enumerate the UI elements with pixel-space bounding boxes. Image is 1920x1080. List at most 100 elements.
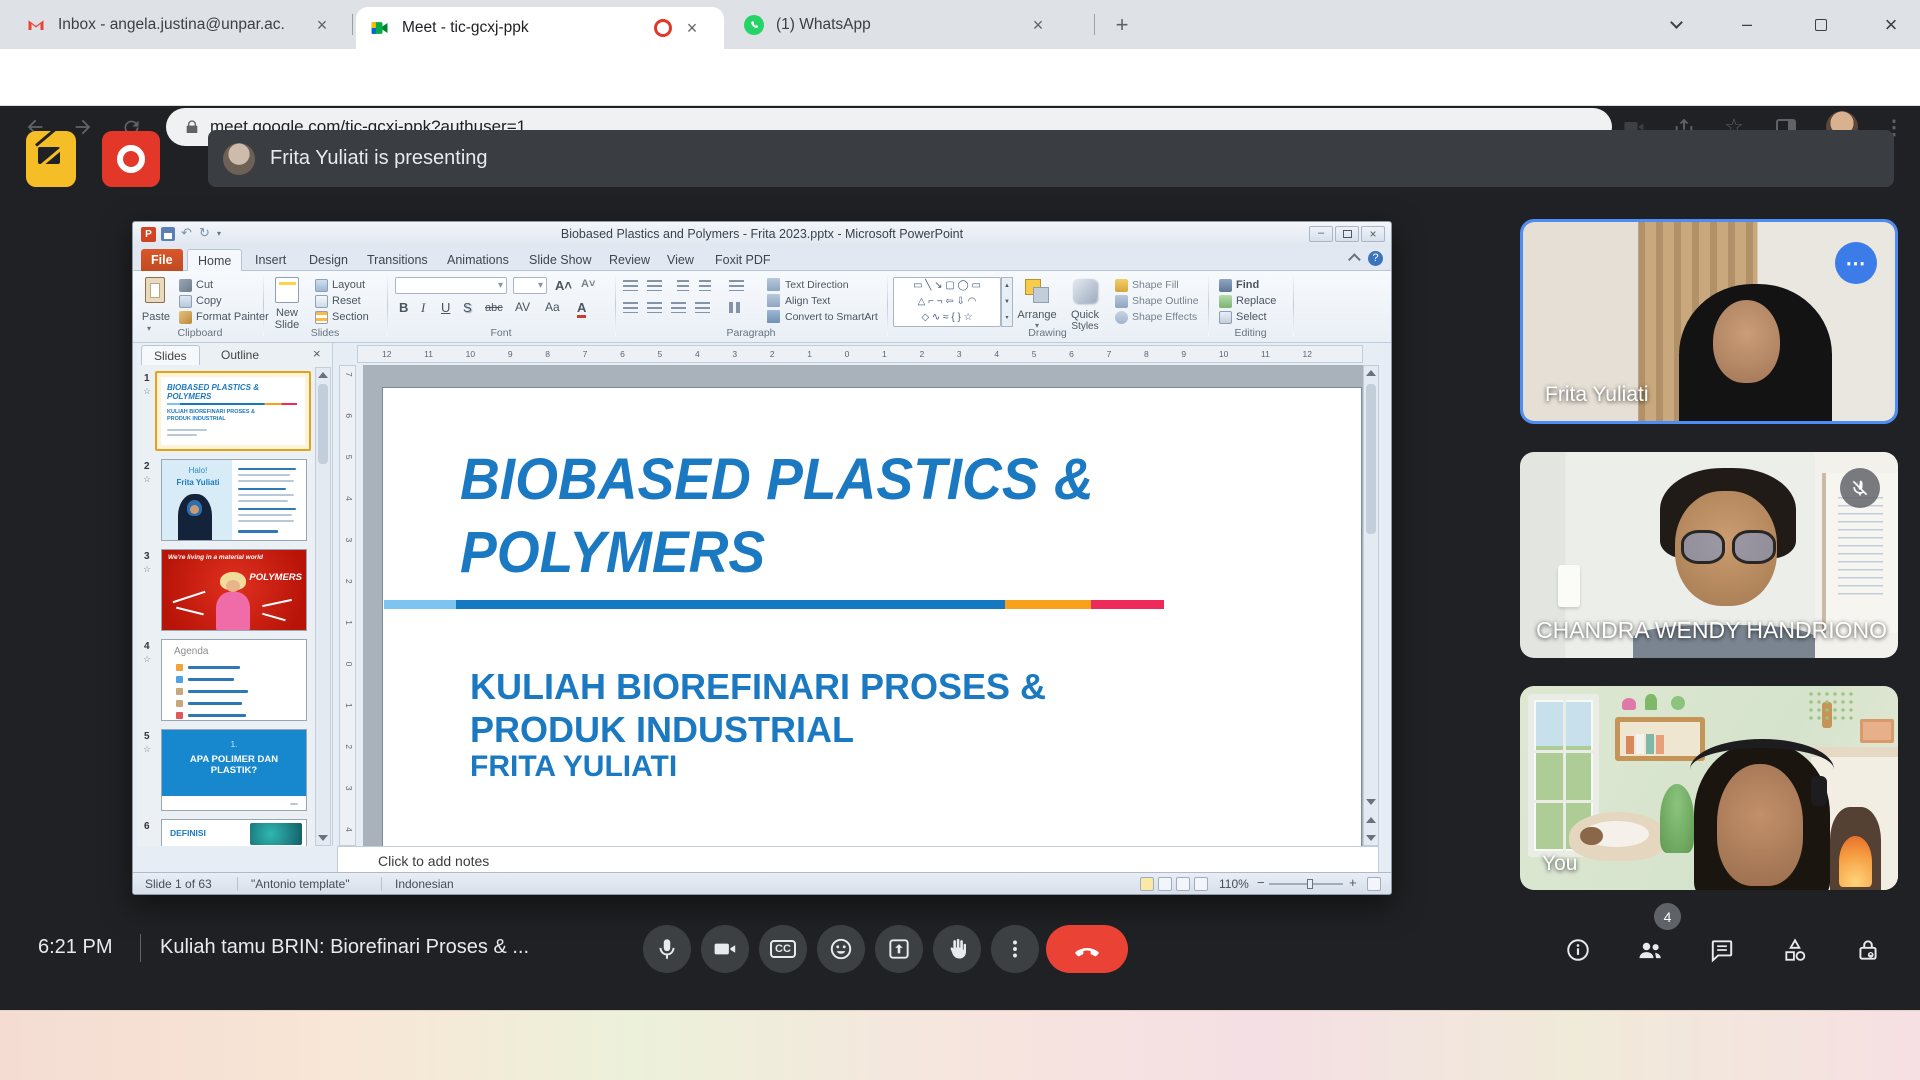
slide-thumbnail[interactable]: Agenda	[161, 639, 307, 721]
new-slide-icon[interactable]	[275, 277, 299, 303]
zoom-slider-thumb[interactable]	[1307, 879, 1313, 889]
ribbon-tab-slideshow[interactable]: Slide Show	[519, 249, 602, 271]
find-button[interactable]: Find	[1236, 279, 1259, 291]
copy-button[interactable]: Copy	[196, 295, 222, 307]
underline-button[interactable]: U	[441, 300, 450, 315]
section-button[interactable]: Section	[332, 311, 369, 323]
paste-button[interactable]: Paste	[138, 311, 174, 323]
shape-fill-icon[interactable]	[1115, 279, 1128, 292]
end-call-button[interactable]	[1046, 925, 1128, 973]
notes-pane[interactable]: Click to add notes	[337, 846, 1379, 873]
layout-icon[interactable]	[315, 279, 328, 292]
new-slide-button-line1[interactable]: New	[267, 307, 307, 319]
shape-outline-button[interactable]: Shape Outline	[1132, 295, 1199, 307]
ribbon-tab-review[interactable]: Review	[599, 249, 660, 271]
copy-icon[interactable]	[179, 295, 192, 308]
reset-icon[interactable]	[315, 295, 328, 308]
panel-scrollbar[interactable]	[315, 367, 331, 846]
shapes-gallery-scroll[interactable]: ▲▼▾	[1001, 277, 1013, 327]
help-icon[interactable]: ?	[1368, 251, 1383, 266]
slide-thumbnail-selected[interactable]: BIOBASED PLASTICS & POLYMERS KULIAH BIOR…	[155, 371, 311, 451]
ribbon-tab-foxit[interactable]: Foxit PDF	[705, 249, 781, 271]
mic-button[interactable]	[643, 925, 691, 973]
ribbon-tab-insert[interactable]: Insert	[245, 249, 296, 271]
cut-icon[interactable]	[179, 279, 192, 292]
recording-badge[interactable]	[102, 131, 160, 187]
host-controls-button[interactable]	[1854, 936, 1882, 964]
shapes-row[interactable]: △ ⌐ ¬ ⇦ ⇩ ◠	[894, 294, 1000, 310]
layout-button[interactable]: Layout	[332, 279, 365, 291]
quick-styles-icon[interactable]	[1073, 279, 1097, 303]
bold-button[interactable]: B	[399, 300, 408, 315]
font-color-button[interactable]: A	[577, 300, 586, 318]
format-painter-button[interactable]: Format Painter	[196, 311, 269, 323]
scroll-down-icon[interactable]	[1366, 835, 1376, 841]
ribbon-tab-design[interactable]: Design	[299, 249, 358, 271]
numbering-icon[interactable]	[647, 280, 662, 291]
shape-outline-icon[interactable]	[1115, 295, 1128, 308]
strikethrough-button[interactable]: abc	[485, 302, 503, 314]
align-left-icon[interactable]	[623, 302, 638, 313]
tile-options-button[interactable]: ⋯	[1835, 242, 1877, 284]
format-painter-icon[interactable]	[179, 311, 192, 324]
select-icon[interactable]	[1219, 311, 1232, 324]
align-right-icon[interactable]	[671, 302, 686, 313]
scroll-thumb[interactable]	[318, 384, 328, 464]
more-options-button[interactable]	[991, 925, 1039, 973]
ribbon-tab-home[interactable]: Home	[187, 249, 242, 271]
shapes-row[interactable]: ▭ ╲ ↘ ▢ ◯ ▭	[894, 278, 1000, 294]
file-tab[interactable]: File	[141, 249, 183, 271]
tab-gmail[interactable]: Inbox - angela.justina@unpar.ac. ×	[12, 0, 352, 49]
normal-view-button[interactable]	[1140, 877, 1154, 891]
tab-close-icon[interactable]: ×	[310, 13, 334, 37]
shape-effects-button[interactable]: Shape Effects	[1132, 311, 1197, 323]
people-button[interactable]	[1636, 936, 1664, 964]
decrease-indent-icon[interactable]	[677, 280, 689, 291]
chat-button[interactable]	[1708, 936, 1736, 964]
ppt-maximize-button[interactable]	[1335, 226, 1359, 242]
scroll-down-icon[interactable]	[318, 835, 328, 841]
scroll-up-icon[interactable]	[1366, 370, 1376, 376]
shrink-font-button[interactable]: A˅	[581, 278, 595, 290]
convert-smartart-button[interactable]: Convert to SmartArt	[785, 311, 878, 323]
slide-thumbnail[interactable]: We're living in a material world POLYMER…	[161, 549, 307, 631]
window-close-button[interactable]: ×	[1876, 0, 1906, 49]
paste-icon[interactable]	[145, 277, 165, 303]
slideshow-view-button[interactable]	[1194, 877, 1208, 891]
scroll-thumb[interactable]	[1366, 384, 1376, 534]
tab-close-icon[interactable]: ×	[680, 16, 704, 40]
new-tab-button[interactable]: +	[1106, 0, 1138, 49]
zoom-out-icon[interactable]: −	[1257, 875, 1265, 890]
bullets-icon[interactable]	[623, 280, 638, 291]
align-text-button[interactable]: Align Text	[785, 295, 830, 307]
ribbon-tab-transitions[interactable]: Transitions	[357, 249, 438, 271]
activities-button[interactable]	[1781, 936, 1809, 964]
zoom-in-icon[interactable]: +	[1349, 875, 1357, 890]
quick-styles-button-line1[interactable]: Quick	[1061, 309, 1109, 321]
align-center-icon[interactable]	[647, 302, 662, 313]
tab-whatsapp[interactable]: (1) WhatsApp ×	[730, 0, 1092, 49]
shape-effects-icon[interactable]	[1115, 311, 1128, 324]
ribbon-tab-animations[interactable]: Animations	[437, 249, 519, 271]
slide-thumbnail[interactable]: 1. APA POLIMER DAN PLASTIK?	[161, 729, 307, 811]
section-icon[interactable]	[315, 311, 328, 324]
shadow-button[interactable]: S	[463, 300, 472, 315]
participant-tile-frita[interactable]: ⋯ Frita Yuliati	[1520, 219, 1898, 424]
replace-icon[interactable]	[1219, 295, 1232, 308]
font-size-select[interactable]: ▾	[513, 277, 547, 294]
find-icon[interactable]	[1219, 279, 1232, 292]
justify-icon[interactable]	[695, 302, 710, 313]
cut-button[interactable]: Cut	[196, 279, 213, 291]
panel-tab-outline[interactable]: Outline	[209, 345, 271, 365]
text-direction-button[interactable]: Text Direction	[785, 279, 849, 291]
smartart-icon[interactable]	[767, 310, 780, 323]
raise-hand-button[interactable]	[933, 925, 981, 973]
panel-close-icon[interactable]: ×	[313, 346, 321, 361]
grow-font-button[interactable]: A˄	[555, 278, 572, 293]
arrange-button[interactable]: Arrange	[1013, 309, 1061, 321]
zoom-slider-track[interactable]	[1269, 883, 1343, 885]
text-direction-icon[interactable]	[767, 278, 780, 291]
font-name-select[interactable]: ▾	[395, 277, 507, 294]
italic-button[interactable]: I	[421, 300, 425, 316]
ribbon-tab-view[interactable]: View	[657, 249, 704, 271]
